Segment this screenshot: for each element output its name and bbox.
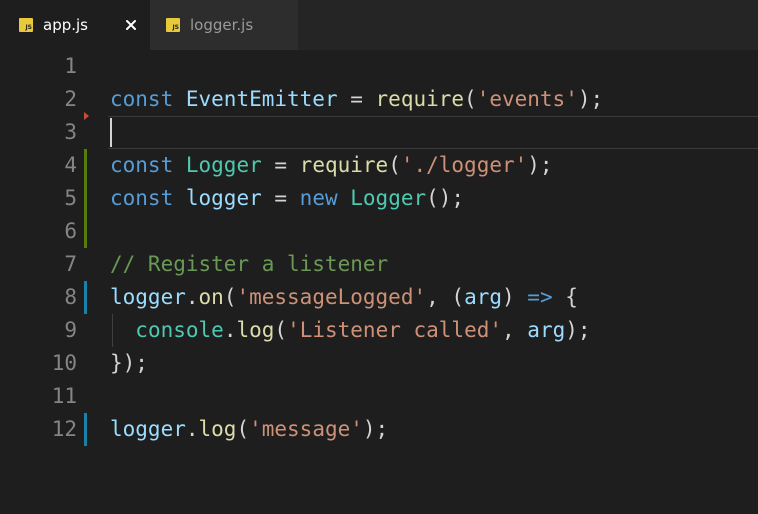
code-token: =	[261, 153, 300, 177]
code-token: =	[337, 87, 376, 111]
line-number: 6	[64, 219, 77, 243]
code-token: );	[577, 87, 604, 111]
line-number: 4	[64, 153, 77, 177]
code-token: './logger'	[400, 153, 528, 177]
code-token: );	[362, 417, 389, 441]
code-token: (	[388, 153, 401, 177]
code-token: on	[198, 285, 224, 309]
code-token: (	[464, 87, 477, 111]
code-token: 'events'	[476, 87, 578, 111]
code-text: const Logger = require('./logger');	[110, 149, 553, 182]
line-number: 7	[64, 252, 77, 276]
line-number: 12	[51, 417, 77, 441]
code-line[interactable]: 2 const EventEmitter = require('events');	[0, 83, 758, 116]
code-token: .	[185, 285, 199, 309]
code-token: 'message'	[249, 417, 363, 441]
code-token: =	[261, 186, 300, 210]
code-text: const logger = new Logger();	[110, 182, 464, 215]
tab-label: logger.js	[190, 16, 254, 34]
code-token: const	[110, 87, 174, 111]
code-token: logger	[110, 417, 186, 441]
code-token: const	[110, 153, 174, 177]
code-token: (	[236, 417, 250, 441]
code-token: require	[375, 87, 465, 111]
line-number: 9	[64, 318, 77, 342]
code-token: console	[135, 318, 224, 342]
code-token: );	[565, 318, 591, 342]
code-token: .	[223, 318, 237, 342]
code-line[interactable]: 4 const Logger = require('./logger');	[0, 149, 758, 182]
code-line[interactable]: 11	[0, 380, 758, 413]
code-token: )	[502, 285, 528, 309]
code-token: });	[110, 351, 148, 375]
editor-area[interactable]: 1 2 const EventEmitter = require('events')…	[0, 50, 758, 514]
code-line[interactable]: 10});	[0, 347, 758, 380]
code-token: =>	[527, 285, 553, 309]
code-token: (	[274, 318, 288, 342]
code-text: logger.log('message');	[110, 413, 388, 446]
code-editor-window: JS app.js JS logger.js 1 2 const EventEmit…	[0, 0, 758, 514]
code-line[interactable]: 7 // Register a listener	[0, 248, 758, 281]
line-number: 2	[64, 87, 77, 111]
code-token: log	[236, 318, 275, 342]
code-text: console.log('Listener called', arg);	[110, 314, 591, 347]
code-token: , (	[426, 285, 465, 309]
code-text: });	[110, 347, 148, 380]
code-token: const	[110, 186, 174, 210]
tab-logger-js[interactable]: JS logger.js	[150, 0, 298, 50]
code-text: const EventEmitter = require('events');	[110, 83, 603, 116]
tab-app-js[interactable]: JS app.js	[0, 0, 150, 50]
code-token: .	[185, 417, 199, 441]
code-token: Logger	[185, 153, 262, 177]
code-line[interactable]: 3	[0, 116, 758, 149]
line-number: 3	[64, 120, 77, 144]
code-token: logger	[110, 285, 186, 309]
code-token: arg	[527, 318, 566, 342]
code-token: Logger	[350, 186, 427, 210]
javascript-file-icon: JS	[19, 18, 33, 32]
code-token: log	[198, 417, 237, 441]
code-text: // Register a listener	[110, 248, 388, 281]
code-text: logger.on('messageLogged', (arg) => {	[110, 281, 578, 314]
tab-label: app.js	[43, 16, 88, 34]
code-token: 'Listener called'	[287, 318, 502, 342]
code-line[interactable]: 9 console.log('Listener called', arg);	[0, 314, 758, 347]
javascript-file-icon: JS	[166, 18, 180, 32]
line-number: 5	[64, 186, 77, 210]
code-token: (	[223, 285, 237, 309]
line-number: 11	[51, 384, 77, 408]
code-token: 'messageLogged'	[236, 285, 427, 309]
code-token: require	[299, 153, 389, 177]
line-number: 1	[64, 54, 77, 78]
code-token: );	[527, 153, 553, 177]
code-line[interactable]: 5 const logger = new Logger();	[0, 182, 758, 215]
tab-bar: JS app.js JS logger.js	[0, 0, 758, 50]
code-token: arg	[464, 285, 502, 309]
code-line[interactable]: 8 logger.on('messageLogged', (arg) => {	[0, 281, 758, 314]
code-token: logger	[185, 186, 262, 210]
code-token: {	[552, 285, 578, 309]
code-line[interactable]: 12 logger.log('message');	[0, 413, 758, 446]
code-token: // Register a listener	[110, 252, 389, 276]
code-token: EventEmitter	[185, 87, 338, 111]
close-icon[interactable]	[123, 17, 139, 33]
code-line[interactable]: 6	[0, 215, 758, 248]
code-line[interactable]: 1	[0, 50, 758, 83]
code-token: ();	[426, 186, 465, 210]
line-number: 8	[64, 285, 77, 309]
code-token: new	[299, 186, 338, 210]
line-number: 10	[51, 351, 77, 375]
code-token: ,	[502, 318, 528, 342]
